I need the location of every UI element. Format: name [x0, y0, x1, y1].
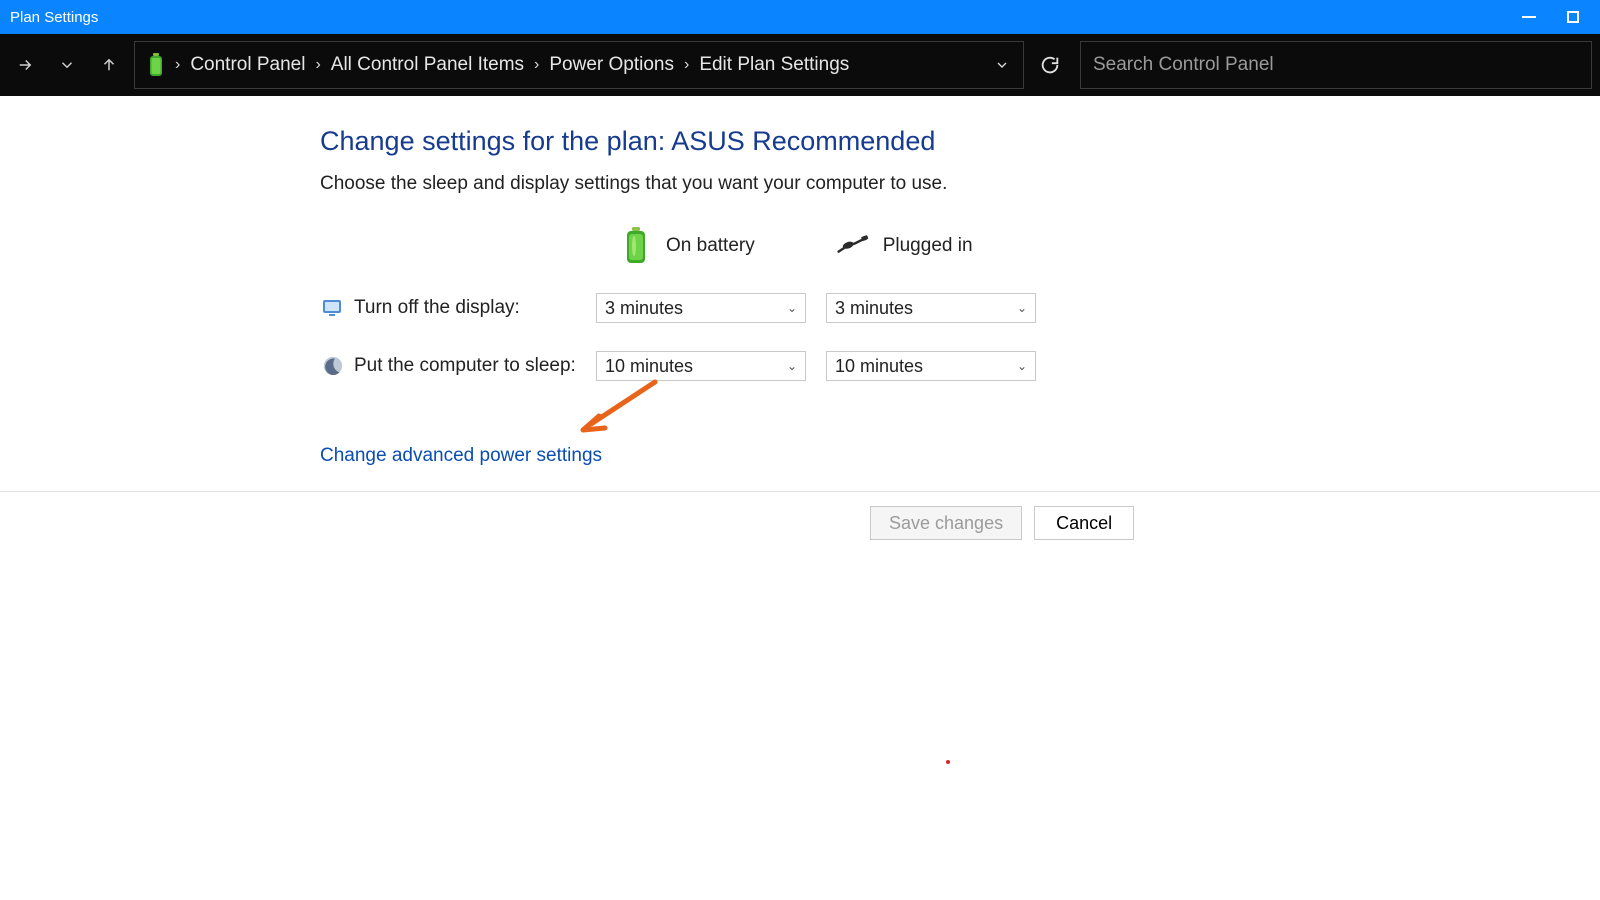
row-label: Put the computer to sleep: — [354, 355, 576, 377]
select-value: 3 minutes — [605, 298, 683, 319]
cursor-dot — [946, 760, 950, 764]
chevron-right-icon: › — [682, 56, 691, 74]
battery-icon — [620, 225, 652, 267]
plugged-in-column: Plugged in — [837, 225, 973, 267]
save-button[interactable]: Save changes — [870, 506, 1022, 540]
address-history-dropdown[interactable] — [991, 57, 1013, 73]
maximize-button[interactable] — [1564, 8, 1582, 26]
breadcrumb-item[interactable]: Power Options — [547, 54, 676, 76]
window-controls — [1520, 8, 1592, 26]
column-headers: On battery Plugged in — [620, 225, 1600, 267]
display-battery-select[interactable]: 3 minutes ⌄ — [596, 293, 806, 323]
forward-button[interactable] — [4, 34, 46, 96]
minimize-button[interactable] — [1520, 8, 1538, 26]
recent-locations-dropdown[interactable] — [46, 34, 88, 96]
address-bar[interactable]: › Control Panel › All Control Panel Item… — [134, 41, 1024, 89]
plug-icon — [837, 225, 869, 267]
chevron-down-icon: ⌄ — [1017, 301, 1027, 315]
row-label: Turn off the display: — [354, 297, 576, 319]
select-value: 10 minutes — [605, 356, 693, 377]
select-value: 3 minutes — [835, 298, 913, 319]
search-input[interactable] — [1093, 54, 1579, 76]
refresh-button[interactable] — [1024, 34, 1076, 96]
sleep-battery-select[interactable]: 10 minutes ⌄ — [596, 351, 806, 381]
breadcrumb-item[interactable]: Control Panel — [188, 54, 307, 76]
breadcrumb-item[interactable]: Edit Plan Settings — [697, 54, 851, 76]
cancel-button[interactable]: Cancel — [1034, 506, 1134, 540]
chevron-right-icon: › — [313, 56, 322, 74]
navbar: › Control Panel › All Control Panel Item… — [0, 34, 1600, 96]
setting-row-sleep: Put the computer to sleep: 10 minutes ⌄ … — [320, 351, 1600, 381]
breadcrumb-item[interactable]: All Control Panel Items — [329, 54, 526, 76]
select-value: 10 minutes — [835, 356, 923, 377]
window-title: Plan Settings — [10, 9, 98, 26]
footer-buttons: Save changes Cancel — [0, 492, 1600, 540]
advanced-settings-link[interactable]: Change advanced power settings — [320, 445, 602, 467]
plugged-in-label: Plugged in — [883, 235, 973, 257]
display-icon — [320, 295, 346, 321]
page-heading: Change settings for the plan: ASUS Recom… — [320, 126, 1600, 157]
annotation-arrow — [575, 376, 665, 436]
setting-row-display: Turn off the display: 3 minutes ⌄ 3 minu… — [320, 293, 1600, 323]
sleep-plugged-select[interactable]: 10 minutes ⌄ — [826, 351, 1036, 381]
chevron-right-icon: › — [173, 56, 182, 74]
page-description: Choose the sleep and display settings th… — [320, 173, 1600, 195]
moon-icon — [320, 353, 346, 379]
on-battery-column: On battery — [620, 225, 755, 267]
content-area: Change settings for the plan: ASUS Recom… — [0, 96, 1600, 467]
titlebar: Plan Settings — [0, 0, 1600, 34]
chevron-right-icon: › — [532, 56, 541, 74]
battery-icon — [145, 51, 167, 79]
up-button[interactable] — [88, 34, 130, 96]
on-battery-label: On battery — [666, 235, 755, 257]
chevron-down-icon: ⌄ — [787, 359, 797, 373]
display-plugged-select[interactable]: 3 minutes ⌄ — [826, 293, 1036, 323]
search-box[interactable] — [1080, 41, 1592, 89]
chevron-down-icon: ⌄ — [787, 301, 797, 315]
chevron-down-icon: ⌄ — [1017, 359, 1027, 373]
